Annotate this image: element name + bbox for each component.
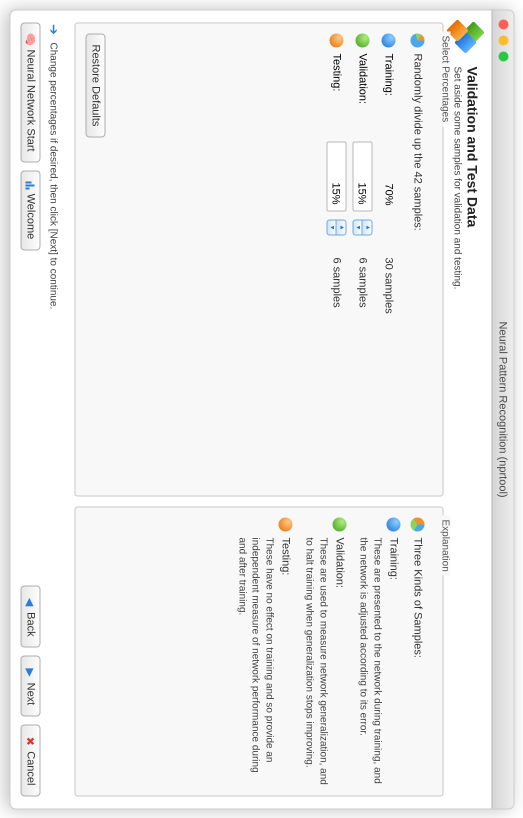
testing-dot-icon xyxy=(278,517,292,531)
cancel-button[interactable]: ✖ Cancel xyxy=(20,724,40,796)
network-icon: 🧠 xyxy=(24,33,36,45)
training-label: Training: xyxy=(382,53,394,95)
validation-dot-icon xyxy=(332,517,346,531)
restore-defaults-button[interactable]: Restore Defaults xyxy=(85,33,105,137)
validation-step-up[interactable]: ▲ xyxy=(363,219,373,235)
testing-dot-icon xyxy=(329,33,343,47)
app-window: Neural Pattern Recognition (nprtool) Val… xyxy=(9,9,514,809)
page-header: Validation and Test Data Set aside some … xyxy=(443,10,491,808)
back-button[interactable]: ◀ Back xyxy=(20,585,40,647)
explanation-validation: Validation: These are used to measure ne… xyxy=(302,517,346,785)
pie-chart-icon xyxy=(410,517,424,531)
testing-stepper[interactable]: ▲ ▼ xyxy=(326,219,346,235)
exp-training-label: Training: xyxy=(387,537,399,579)
validation-label-row: Validation: xyxy=(355,33,369,133)
neural-network-start-button[interactable]: 🧠 Neural Network Start xyxy=(20,22,40,162)
training-percent: 70% xyxy=(378,141,398,211)
testing-step-up[interactable]: ▲ xyxy=(337,219,347,235)
testing-label: Testing: xyxy=(330,53,342,91)
explanation-testing: Testing: These have no effect on trainin… xyxy=(235,517,293,785)
bars-icon xyxy=(26,181,35,189)
cancel-icon: ✖ xyxy=(24,735,36,747)
next-label: Next xyxy=(24,682,36,705)
testing-percent-input[interactable]: 15% xyxy=(326,141,346,211)
testing-step-down[interactable]: ▼ xyxy=(326,219,337,235)
explanation-heading-row: Three Kinds of Samples: xyxy=(406,517,428,785)
welcome-button[interactable]: Welcome xyxy=(20,170,40,250)
explanation-heading: Three Kinds of Samples: xyxy=(411,537,423,657)
back-label: Back xyxy=(24,612,36,636)
page-title: Validation and Test Data xyxy=(465,66,481,289)
exp-validation-label: Validation: xyxy=(333,537,345,588)
window-title: Neural Pattern Recognition (nprtool) xyxy=(491,10,513,808)
divide-text: Randomly divide up the 42 samples: xyxy=(411,53,423,230)
minimize-window-button[interactable] xyxy=(498,35,508,45)
window-controls xyxy=(498,19,508,61)
validation-step-down[interactable]: ▼ xyxy=(352,219,363,235)
testing-label-row: Testing: xyxy=(329,33,343,133)
close-window-button[interactable] xyxy=(498,19,508,29)
neural-start-label: Neural Network Start xyxy=(24,49,36,151)
exp-training-desc: These are presented to the network durin… xyxy=(356,537,383,785)
zoom-window-button[interactable] xyxy=(498,51,508,61)
status-bar: ➔ Change percentages if desired, then cl… xyxy=(44,10,66,808)
panel-title: Select Percentages xyxy=(439,31,450,126)
training-dot-icon xyxy=(386,517,400,531)
welcome-label: Welcome xyxy=(24,193,36,239)
testing-samples: 6 samples xyxy=(330,257,342,485)
next-button[interactable]: ▶ Next xyxy=(20,655,40,716)
page-subtitle: Set aside some samples for validation an… xyxy=(452,66,463,289)
exp-validation-desc: These are used to measure network genera… xyxy=(302,537,329,785)
explanation-training: Training: These are presented to the net… xyxy=(356,517,400,785)
back-arrow-icon: ◀ xyxy=(24,596,36,608)
exp-testing-desc: These have no effect on training and so … xyxy=(235,537,276,785)
panel-title: Explanation xyxy=(439,515,450,575)
next-arrow-icon: ▶ xyxy=(24,666,36,678)
validation-dot-icon xyxy=(355,33,369,47)
footer-bar: 🧠 Neural Network Start Welcome ◀ Back ▶ … xyxy=(10,10,44,808)
select-percentages-panel: Select Percentages Randomly divide up th… xyxy=(74,22,443,496)
training-label-row: Training: xyxy=(381,33,395,133)
status-text: Change percentages if desired, then clic… xyxy=(48,42,59,309)
training-samples: 30 samples xyxy=(382,257,394,485)
training-dot-icon xyxy=(381,33,395,47)
validation-label: Validation: xyxy=(356,53,368,104)
validation-percent-input[interactable]: 15% xyxy=(352,141,372,211)
pie-chart-icon xyxy=(410,33,424,47)
info-arrow-icon: ➔ xyxy=(46,22,60,36)
validation-stepper[interactable]: ▲ ▼ xyxy=(352,219,372,235)
restore-defaults-label: Restore Defaults xyxy=(89,44,101,126)
explanation-panel: Explanation Three Kinds of Samples: Trai… xyxy=(74,506,443,796)
validation-samples: 6 samples xyxy=(356,257,368,485)
app-logo-icon xyxy=(449,22,483,56)
exp-testing-label: Testing: xyxy=(279,537,291,575)
cancel-label: Cancel xyxy=(24,751,36,785)
divide-description: Randomly divide up the 42 samples: xyxy=(406,33,428,485)
